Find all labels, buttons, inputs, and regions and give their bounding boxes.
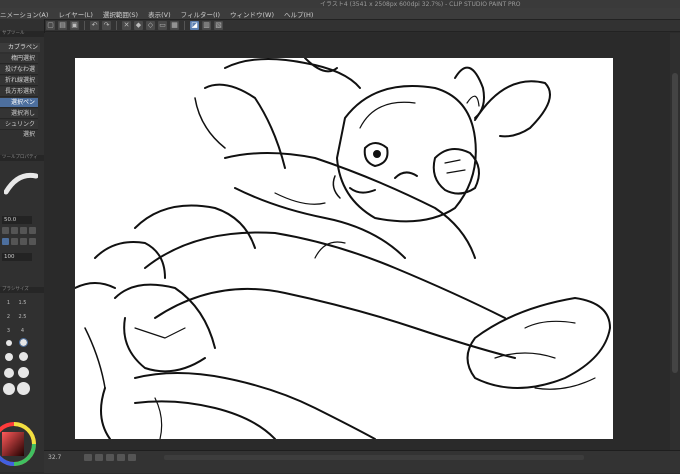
toolbar-divider [184, 21, 185, 30]
menu-animation[interactable]: ニメーション(A) [0, 9, 48, 19]
antialias-row [2, 238, 36, 245]
menu-help[interactable]: ヘルプ(H) [284, 9, 313, 19]
snap-grid-icon[interactable]: ▥ [202, 21, 211, 30]
brush-size-dot[interactable] [4, 368, 14, 378]
command-bar: ▢ ▤ ▣ ↶ ↷ ✕ ◆ ◇ ▭ ▦ ◪ ▥ ▧ [40, 20, 680, 32]
vertical-scrollbar[interactable] [670, 33, 680, 450]
save-icon[interactable]: ▣ [70, 21, 79, 30]
brush-size-preset[interactable]: 1.5 [18, 299, 27, 308]
menu-bar: ニメーション(A) レイヤー(L) 選択範囲(S) 表示(V) フィルター(I)… [0, 8, 680, 20]
brush-size-dot[interactable] [19, 352, 28, 361]
brush-size-dot[interactable] [5, 353, 13, 361]
subtool-ellipse-select[interactable]: 楕円選択 [0, 54, 38, 64]
rotate-right-icon[interactable] [117, 454, 125, 461]
brush-size-preset[interactable]: 4 [18, 327, 27, 336]
brush-size-preset[interactable]: 3 [4, 327, 13, 336]
rotate-left-icon[interactable] [106, 454, 114, 461]
open-file-icon[interactable]: ▤ [58, 21, 67, 30]
toolbar-divider [116, 21, 117, 30]
snap-special-ruler-icon[interactable]: ▧ [214, 21, 223, 30]
zoom-level[interactable]: 32.7 [48, 454, 61, 461]
brush-tip-swatch[interactable] [20, 227, 27, 234]
brush-size-dot-selected[interactable] [19, 338, 28, 347]
menu-view[interactable]: 表示(V) [148, 9, 171, 19]
subtool-rect-select[interactable]: 長方形選択 [0, 87, 38, 97]
brush-size-dot[interactable] [3, 383, 15, 395]
subtool-panel-header: サブツール [0, 31, 44, 37]
zoom-out-icon[interactable] [84, 454, 92, 461]
subtool-lasso-select[interactable]: 投げなわ選択 [0, 65, 38, 83]
brush-tip-swatch[interactable] [29, 227, 36, 234]
brush-tip-row [2, 227, 36, 234]
redo-icon[interactable]: ↷ [102, 21, 111, 30]
invert-selection-icon[interactable]: ▦ [170, 21, 179, 30]
subtool-polyline-select[interactable]: 折れ線選択 [0, 76, 38, 86]
horizontal-scrollbar[interactable] [164, 455, 584, 460]
new-file-icon[interactable]: ▢ [46, 21, 55, 30]
antialias-swatch[interactable] [29, 238, 36, 245]
toolbar-divider [84, 21, 85, 30]
brush-stroke-preview [4, 172, 38, 195]
deselect-icon[interactable]: ▭ [158, 21, 167, 30]
clear-icon[interactable]: ✕ [122, 21, 131, 30]
brush-size-dot[interactable] [17, 382, 30, 395]
menu-window[interactable]: ウィンドウ(W) [230, 9, 274, 19]
undo-icon[interactable]: ↶ [90, 21, 99, 30]
scrollbar-thumb[interactable] [672, 73, 678, 373]
brush-size-preset[interactable]: 2 [4, 313, 13, 322]
brush-size-panel-header: ブラシサイズ [0, 287, 44, 293]
flip-icon[interactable] [128, 454, 136, 461]
menu-selection[interactable]: 選択範囲(S) [103, 9, 138, 19]
left-panel: サブツール カブラペン 楕円選択 投げなわ選択 折れ線選択 長方形選択 選択ペン… [0, 19, 45, 472]
antialias-swatch[interactable] [11, 238, 18, 245]
brush-size-dot[interactable] [18, 367, 29, 378]
title-bar: イラスト4 (3541 x 2508px 600dpi 32.7%) - CLI… [0, 0, 680, 8]
status-bar: 32.7 [44, 450, 680, 473]
antialias-swatch[interactable] [2, 238, 9, 245]
brush-size-value: 50.0 [4, 217, 17, 223]
fill-icon[interactable]: ◆ [134, 21, 143, 30]
menu-filter[interactable]: フィルター(I) [181, 9, 220, 19]
zoom-in-icon[interactable] [95, 454, 103, 461]
brush-size-preset[interactable]: 2.5 [18, 313, 27, 322]
drawing-canvas[interactable] [75, 58, 613, 439]
color-wheel[interactable] [0, 414, 44, 474]
subtool-selection-pen[interactable]: 選択ペン [0, 98, 38, 108]
menu-layer[interactable]: レイヤー(L) [58, 9, 93, 19]
antialias-swatch[interactable] [20, 238, 27, 245]
transform-icon[interactable]: ◇ [146, 21, 155, 30]
subtool-shrink-select[interactable]: シュリンク選択 [0, 120, 38, 138]
status-controls [84, 454, 136, 461]
brush-tip-swatch[interactable] [11, 227, 18, 234]
opacity-field[interactable]: 100 [2, 253, 32, 261]
subtool-selection-eraser[interactable]: 選択消し [0, 109, 38, 119]
current-tool-button[interactable]: カブラペン [0, 43, 40, 52]
brush-size-field[interactable]: 50.0 [2, 216, 32, 224]
snap-ruler-icon[interactable]: ◪ [190, 21, 199, 30]
brush-size-preset[interactable]: 1 [4, 299, 13, 308]
opacity-value: 100 [4, 254, 15, 260]
brush-size-dot[interactable] [6, 340, 12, 346]
line-art-drawing [75, 58, 611, 439]
window-title: イラスト4 (3541 x 2508px 600dpi 32.7%) - CLI… [320, 1, 521, 8]
current-tool-label: カブラペン [8, 44, 39, 51]
tool-property-header: ツールプロパティ [0, 155, 44, 161]
brush-tip-swatch[interactable] [2, 227, 9, 234]
